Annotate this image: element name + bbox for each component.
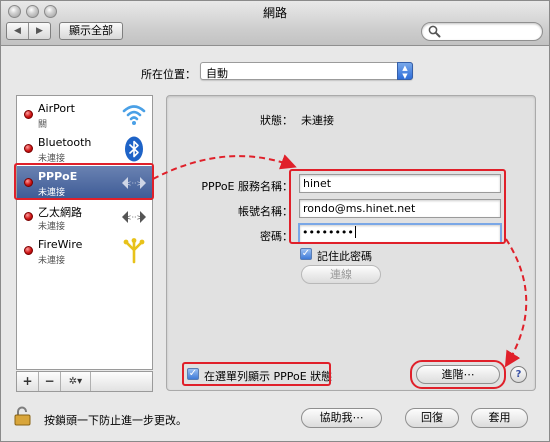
forward-arrow-icon: ▶ <box>36 26 43 36</box>
location-popup[interactable]: 自動 ▲ ▼ <box>200 62 413 80</box>
status-label: 狀態： <box>260 114 293 127</box>
service-name: AirPort <box>38 102 75 115</box>
status-dot-icon <box>24 144 33 153</box>
status-dot-icon <box>24 246 33 255</box>
back-button[interactable]: ◀ <box>7 23 28 39</box>
service-item-bluetooth[interactable]: Bluetooth 未連接 <box>17 132 152 166</box>
service-name-label: PPPoE 服務名稱： <box>201 180 293 193</box>
svg-text:<··>: <··> <box>125 213 144 222</box>
firewire-icon <box>123 238 145 264</box>
popup-arrows-icon: ▲ ▼ <box>397 62 413 80</box>
password-label: 密碼： <box>260 230 293 243</box>
bluetooth-icon <box>125 136 143 162</box>
help-button[interactable]: ? <box>510 366 527 383</box>
service-status: 未連接 <box>38 222 66 232</box>
assist-me-button[interactable]: 協助我⋯ <box>301 408 382 428</box>
lock-icon[interactable] <box>14 406 31 426</box>
service-item-ethernet[interactable]: 乙太網路 未連接 <··> <box>17 200 152 234</box>
title-bar: 網路 ◀ ▶ 顯示全部 <box>1 1 549 46</box>
status-dot-icon <box>24 212 33 221</box>
service-item-airport[interactable]: AirPort 關 <box>17 98 152 132</box>
service-list-toolbar: + − ✲▾ <box>16 371 153 392</box>
add-service-button[interactable]: + <box>17 372 39 391</box>
location-value: 自動 <box>206 67 228 80</box>
advanced-button-highlight <box>410 360 506 389</box>
service-list: AirPort 關 Bluetooth 未連接 PPPoE 未連接 <··> 乙… <box>16 95 153 370</box>
revert-button[interactable]: 回復 <box>405 408 459 428</box>
account-name-label: 帳號名稱： <box>238 205 293 218</box>
lock-hint-text: 按鎖頭一下防止進一步更改。 <box>44 414 187 427</box>
wifi-icon <box>122 105 146 125</box>
action-menu-button[interactable]: ✲▾ <box>61 372 91 391</box>
remember-password-checkbox[interactable]: ✓ <box>300 248 312 260</box>
search-icon <box>428 25 441 38</box>
connect-button[interactable]: 連線 <box>301 265 381 284</box>
selected-service-highlight <box>14 163 154 200</box>
service-name: 乙太網路 <box>38 206 82 219</box>
back-forward-control: ◀ ▶ <box>6 22 51 40</box>
status-dot-icon <box>24 110 33 119</box>
service-status: 未連接 <box>38 256 66 266</box>
service-name: FireWire <box>38 238 83 251</box>
remove-service-button[interactable]: − <box>39 372 61 391</box>
location-label: 所在位置： <box>141 68 196 81</box>
status-value: 未連接 <box>301 114 334 127</box>
show-all-button[interactable]: 顯示全部 <box>59 22 123 40</box>
search-field[interactable] <box>421 22 543 41</box>
remember-password-label: 記住此密碼 <box>317 250 372 263</box>
credentials-highlight <box>289 169 506 244</box>
ethernet-arrows-icon: <··> <box>122 211 146 223</box>
forward-button[interactable]: ▶ <box>28 23 50 39</box>
service-item-firewire[interactable]: FireWire 未連接 <box>17 234 152 268</box>
network-preferences-window: 網路 ◀ ▶ 顯示全部 所在位置： 自動 ▲ ▼ AirPort 關 Bluet… <box>0 0 550 442</box>
menubar-option-highlight <box>182 362 331 386</box>
service-status: 關 <box>38 120 48 130</box>
apply-button[interactable]: 套用 <box>471 408 528 428</box>
window-title: 網路 <box>262 6 287 20</box>
back-arrow-icon: ◀ <box>14 26 21 36</box>
service-name: Bluetooth <box>38 136 92 149</box>
